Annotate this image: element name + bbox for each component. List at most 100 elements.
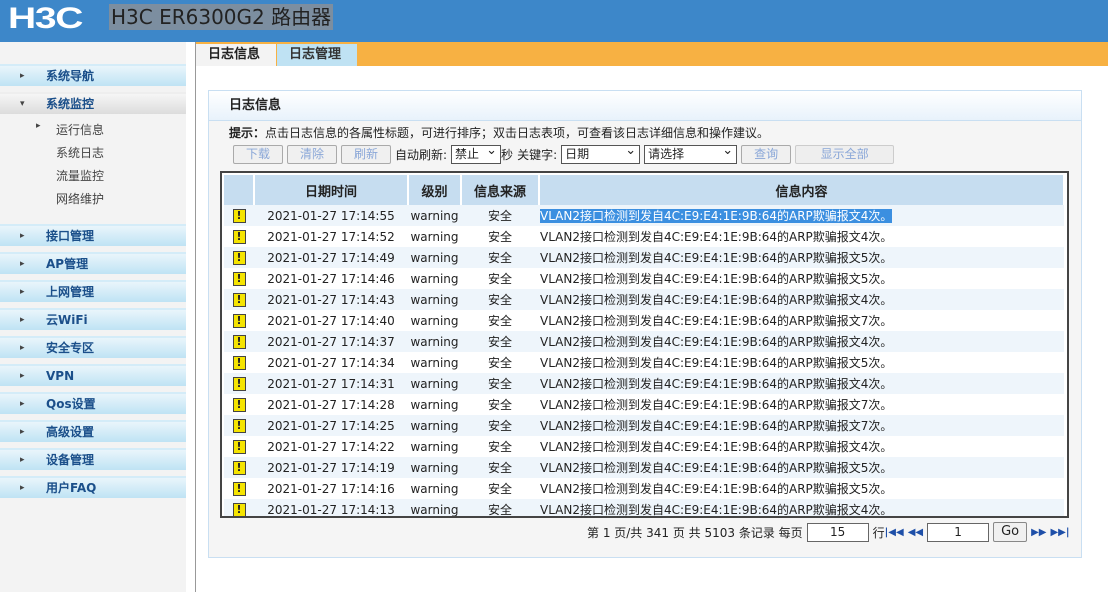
table-row[interactable]: ! 2021-01-27 17:14:55 warning 安全 VLAN2接口检测到发… [224, 205, 1064, 226]
expanded-icon: ▾ [20, 99, 25, 109]
content-cell: VLAN2接口检测到发自4C:E9:E4:1E:9B:64的ARP欺骗报文5次。 [539, 247, 1064, 268]
sidebar-item[interactable]: ▸ 设备管理 [0, 448, 186, 470]
datetime-cell: 2021-01-27 17:14:16 [254, 478, 408, 499]
current-arrow-icon: ▸ [36, 121, 41, 131]
collapsed-icon: ▸ [20, 259, 25, 269]
sidebar-item[interactable]: ▸ 用户FAQ [0, 476, 186, 498]
table-row[interactable]: ! 2021-01-27 17:14:37 warning 安全 VLAN2接口检测到发… [224, 331, 1064, 352]
table-row[interactable]: ! 2021-01-27 17:14:34 warning 安全 VLAN2接口检测到发… [224, 352, 1064, 373]
last-page-icon[interactable]: ▶▶| [1050, 527, 1069, 538]
collapsed-icon: ▸ [20, 371, 25, 381]
level-cell-icon: ! [224, 499, 254, 516]
level-cell: warning [408, 247, 461, 268]
show-all-button[interactable]: 显示全部 [795, 144, 895, 164]
content-text: VLAN2接口检测到发自4C:E9:E4:1E:9B:64的ARP欺骗报文5次。 [540, 461, 893, 475]
table-row[interactable]: ! 2021-01-27 17:14:25 warning 安全 VLAN2接口检测到发… [224, 415, 1064, 436]
sidebar-item[interactable]: ▸ 安全专区 [0, 336, 186, 358]
level-cell: warning [408, 205, 461, 226]
datetime-cell: 2021-01-27 17:14:37 [254, 331, 408, 352]
warning-icon: ! [232, 503, 246, 516]
datetime-cell: 2021-01-27 17:14:28 [254, 394, 408, 415]
warning-icon: ! [232, 377, 246, 391]
table-row[interactable]: ! 2021-01-27 17:14:19 warning 安全 VLAN2接口检测到发… [224, 457, 1064, 478]
level-cell: warning [408, 226, 461, 247]
col-source[interactable]: 信息来源 [461, 175, 540, 205]
source-cell: 安全 [461, 457, 539, 478]
datetime-cell: 2021-01-27 17:14:43 [254, 289, 408, 310]
sidebar-subitem[interactable]: 流量监控 [56, 167, 104, 184]
datetime-cell: 2021-01-27 17:14:52 [254, 226, 408, 247]
refresh-button[interactable]: 刷新 [341, 144, 391, 164]
sidebar-subitem[interactable]: ▸ 运行信息 [36, 121, 104, 138]
col-content[interactable]: 信息内容 [539, 175, 1065, 205]
level-cell: warning [408, 436, 461, 457]
table-row[interactable]: ! 2021-01-27 17:14:49 warning 安全 VLAN2接口检测到发… [224, 247, 1064, 268]
source-cell: 安全 [461, 436, 539, 457]
level-cell-icon: ! [224, 457, 254, 478]
keyword-select[interactable]: 日期 [561, 142, 641, 164]
clear-button[interactable]: 清除 [287, 144, 337, 164]
table-row[interactable]: ! 2021-01-27 17:14:16 warning 安全 VLAN2接口检测到发… [224, 478, 1064, 499]
content-cell: VLAN2接口检测到发自4C:E9:E4:1E:9B:64的ARP欺骗报文7次。 [539, 415, 1064, 436]
sidebar-item[interactable]: ▸ 上网管理 [0, 280, 186, 302]
table-row[interactable]: ! 2021-01-27 17:14:52 warning 安全 VLAN2接口检测到发… [224, 226, 1064, 247]
sidebar-subitem[interactable]: 系统日志 [56, 144, 104, 161]
sidebar-item[interactable]: ▸ 系统导航 [0, 64, 186, 86]
content-cell: VLAN2接口检测到发自4C:E9:E4:1E:9B:64的ARP欺骗报文7次。 [539, 394, 1064, 415]
warning-icon: ! [232, 482, 246, 496]
sidebar-item[interactable]: ▸ AP管理 [0, 252, 186, 274]
sidebar-subitem-label: 流量监控 [56, 169, 105, 183]
table-row[interactable]: ! 2021-01-27 17:14:40 warning 安全 VLAN2接口检测到发… [224, 310, 1064, 331]
log-table: 日期时间 级别 信息来源 信息内容 ! 2021-01-27 17:14:55 wa… [224, 175, 1065, 516]
source-cell: 安全 [461, 268, 539, 289]
level-cell-icon: ! [224, 478, 254, 499]
sidebar-item-label: 系统监控 [46, 97, 95, 111]
content-cell: VLAN2接口检测到发自4C:E9:E4:1E:9B:64的ARP欺骗报文4次。 [539, 373, 1064, 394]
keyword-label: 关键字: [517, 147, 558, 162]
warning-icon: ! [232, 272, 246, 286]
next-page-icon[interactable]: ▶▶ [1031, 527, 1046, 538]
tab-log-info[interactable]: 日志信息 [196, 44, 276, 66]
content-text: VLAN2接口检测到发自4C:E9:E4:1E:9B:64的ARP欺骗报文7次。 [540, 314, 893, 328]
sidebar-item-label: AP管理 [46, 257, 89, 271]
table-row[interactable]: ! 2021-01-27 17:14:22 warning 安全 VLAN2接口检测到发… [224, 436, 1064, 457]
table-row[interactable]: ! 2021-01-27 17:14:28 warning 安全 VLAN2接口检测到发… [224, 394, 1064, 415]
query-button[interactable]: 查询 [741, 144, 792, 164]
table-row[interactable]: ! 2021-01-27 17:14:46 warning 安全 VLAN2接口检测到发… [224, 268, 1064, 289]
go-button[interactable]: Go [993, 522, 1028, 542]
per-page-input[interactable]: 15 [806, 522, 869, 542]
prev-page-icon[interactable]: ◀◀ [908, 527, 923, 538]
sidebar-item-label: VPN [46, 369, 75, 383]
table-row[interactable]: ! 2021-01-27 17:14:43 warning 安全 VLAN2接口检测到发… [224, 289, 1064, 310]
tab-log-management[interactable]: 日志管理 [277, 44, 357, 66]
warning-icon: ! [232, 356, 246, 370]
col-datetime[interactable]: 日期时间 [254, 175, 409, 205]
sidebar-item[interactable]: ▸ VPN [0, 364, 186, 386]
sidebar-item[interactable]: ▸ 接口管理 [0, 224, 186, 246]
sidebar-item[interactable]: ▾ 系统监控 [0, 92, 186, 114]
sidebar-item[interactable]: ▸ Qos设置 [0, 392, 186, 414]
auto-refresh-select[interactable]: 禁止 [451, 142, 502, 164]
sidebar-item-label: 上网管理 [46, 285, 95, 299]
sidebar-item[interactable]: ▸ 云WiFi [0, 308, 186, 330]
table-row[interactable]: ! 2021-01-27 17:14:13 warning 安全 VLAN2接口检测到发… [224, 499, 1064, 516]
col-level[interactable]: 级别 [408, 175, 462, 205]
sidebar-subitem[interactable]: 网络维护 [56, 190, 104, 207]
level-cell-icon: ! [224, 415, 254, 436]
table-row[interactable]: ! 2021-01-27 17:14:31 warning 安全 VLAN2接口检测到发… [224, 373, 1064, 394]
first-page-icon[interactable]: |◀◀ [885, 527, 904, 538]
content-cell: VLAN2接口检测到发自4C:E9:E4:1E:9B:64的ARP欺骗报文4次。 [539, 499, 1064, 516]
content-text: VLAN2接口检测到发自4C:E9:E4:1E:9B:64的ARP欺骗报文5次。 [540, 272, 893, 286]
datetime-cell: 2021-01-27 17:14:19 [254, 457, 408, 478]
page-input[interactable]: 1 [927, 522, 990, 542]
content-cell: VLAN2接口检测到发自4C:E9:E4:1E:9B:64的ARP欺骗报文7次。 [539, 310, 1064, 331]
content-text: VLAN2接口检测到发自4C:E9:E4:1E:9B:64的ARP欺骗报文4次。 [540, 230, 893, 244]
datetime-cell: 2021-01-27 17:14:49 [254, 247, 408, 268]
log-table-frame[interactable]: 日期时间 级别 信息来源 信息内容 ! 2021-01-27 17:14:55 wa… [220, 171, 1069, 518]
filter-select[interactable]: 请选择 [644, 142, 738, 164]
download-button[interactable]: 下载 [233, 144, 283, 164]
content-text: VLAN2接口检测到发自4C:E9:E4:1E:9B:64的ARP欺骗报文4次。 [540, 293, 893, 307]
sidebar-item[interactable]: ▸ 高级设置 [0, 420, 186, 442]
tip: 提示：点击日志信息的各属性标题，可进行排序；双击日志表项，可查看该日志详细信息和… [229, 124, 769, 141]
seconds-label: 秒 [501, 147, 514, 162]
